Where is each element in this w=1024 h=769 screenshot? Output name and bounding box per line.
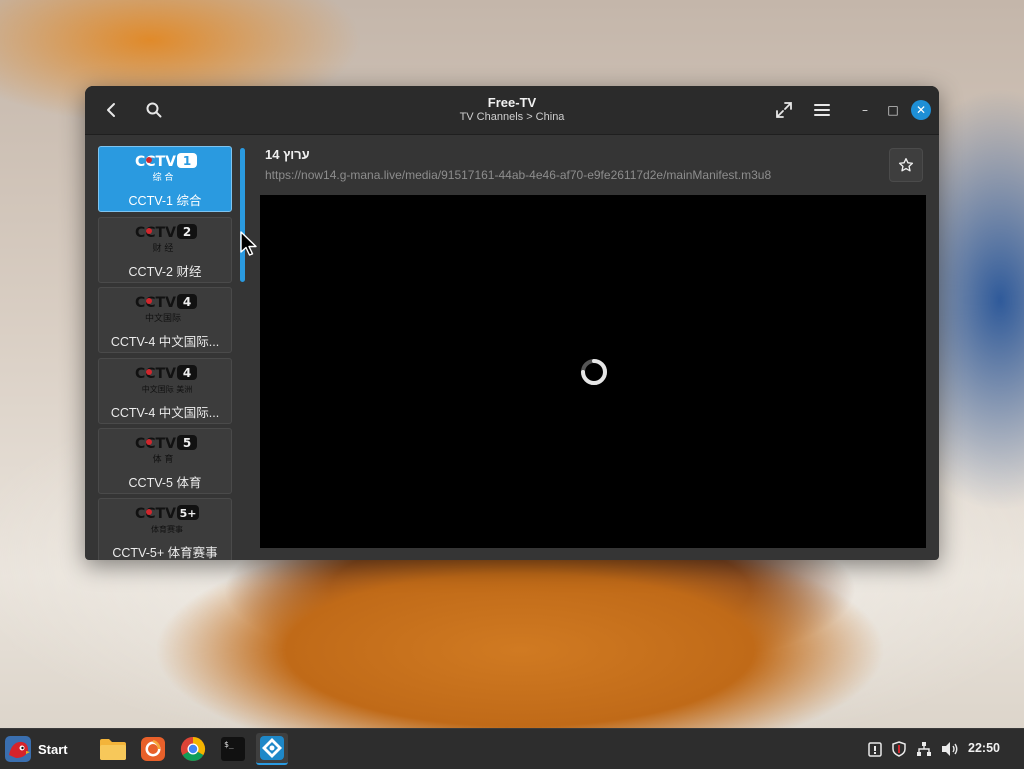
terminal-app-button[interactable]: $_ [217,733,249,765]
svg-text:4: 4 [183,295,191,309]
channel-item[interactable]: CCTV 4 中文国际 美洲 CCTV-4 中文国际... [98,358,232,424]
svg-text:体育赛事: 体育赛事 [151,524,183,534]
channel-list: CCTV 1 综 合 CCTV-1 综合 CCTV 2 财 经 CCTV-2 财… [98,146,236,560]
svg-text:CCTV: CCTV [135,295,176,311]
cctv-logo-icon: CCTV 1 综 合 [135,153,197,183]
channel-item[interactable]: CCTV 5+ 体育赛事 CCTV-5+ 体育赛事 [98,498,232,560]
svg-text:中文国际: 中文国际 [145,312,181,324]
svg-text:5+: 5+ [180,507,197,520]
svg-text:1: 1 [183,154,191,168]
taskbar: Start $_ 22:50 [0,728,1024,769]
terminal-icon: $_ [221,737,245,761]
channel-name: CCTV-4 中文国际... [110,335,220,349]
close-button[interactable]: ✕ [911,100,931,120]
firefox-icon [141,737,165,761]
folder-icon [100,739,126,760]
svg-text:4: 4 [183,366,191,380]
mouse-pointer-icon [240,231,257,256]
firefox-app-button[interactable] [137,733,169,765]
channel-title: ערוץ 14 [265,147,310,162]
menu-button[interactable] [806,94,838,126]
channel-name: CCTV-4 中文国际... [110,406,220,420]
cctv-logo-icon: CCTV 4 中文国际 [135,294,197,324]
minimize-button[interactable]: – [855,100,875,120]
loading-spinner-icon [581,359,607,385]
svg-text:综 合: 综 合 [153,171,174,183]
channel-item[interactable]: CCTV 2 财 经 CCTV-2 财经 [98,217,232,283]
channel-item[interactable]: CCTV 1 综 合 CCTV-1 综合 [98,146,232,212]
svg-text:体 育: 体 育 [153,453,174,465]
start-menu-icon [5,736,31,762]
cctv-logo-icon: CCTV 5 体 育 [135,435,197,465]
channel-item[interactable]: CCTV 5 体 育 CCTV-5 体育 [98,428,232,494]
svg-text:2: 2 [183,225,191,239]
stream-url: https://now14.g-mana.live/media/91517161… [265,168,772,182]
star-icon [898,158,914,172]
shield-icon [892,741,906,757]
volume-tray-icon[interactable] [940,739,960,759]
channel-name: CCTV-1 综合 [128,194,202,208]
cctv-logo-icon: CCTV 5+ 体育赛事 [135,505,199,534]
hamburger-menu-icon [814,104,830,116]
security-tray-icon[interactable] [889,739,909,759]
start-label: Start [38,741,68,757]
headerbar: Free-TV TV Channels > China – □ ✕ [85,86,939,135]
freetv-window: Free-TV TV Channels > China – □ ✕ CCTV 1… [85,86,939,560]
fullscreen-icon [776,102,792,118]
video-player[interactable] [260,195,926,548]
channel-item[interactable]: CCTV 4 中文国际 CCTV-4 中文国际... [98,287,232,353]
network-icon [917,742,931,756]
clipboard-icon [868,742,882,757]
favorite-button[interactable] [889,148,923,182]
network-tray-icon[interactable] [914,739,934,759]
fullscreen-button[interactable] [768,94,800,126]
svg-text:中文国际 美洲: 中文国际 美洲 [142,384,193,394]
svg-text:CCTV: CCTV [135,436,176,452]
freetv-app-button[interactable] [256,733,288,765]
chrome-icon [180,737,206,762]
clipboard-tray-icon[interactable] [865,739,885,759]
volume-icon [942,742,958,756]
svg-text:CCTV: CCTV [135,225,176,241]
svg-text:财 经: 财 经 [153,242,174,254]
svg-text:CCTV: CCTV [135,506,176,522]
channel-list-scrollbar[interactable] [240,148,245,282]
svg-text:$_: $_ [224,740,234,749]
maximize-button[interactable]: □ [883,100,903,120]
svg-text:CCTV: CCTV [135,154,176,170]
freetv-icon [260,736,284,760]
svg-text:CCTV: CCTV [135,366,176,382]
chrome-app-button[interactable] [177,733,209,765]
clock[interactable]: 22:50 [968,741,1000,755]
svg-text:5: 5 [183,436,191,450]
cctv-logo-icon: CCTV 2 财 经 [135,224,197,254]
cctv-logo-icon: CCTV 4 中文国际 美洲 [135,365,197,394]
files-app-button[interactable] [97,733,129,765]
channel-name: CCTV-5+ 体育赛事 [112,546,218,560]
start-button[interactable]: Start [4,733,80,765]
channel-name: CCTV-5 体育 [128,476,202,490]
channel-name: CCTV-2 财经 [128,265,202,279]
